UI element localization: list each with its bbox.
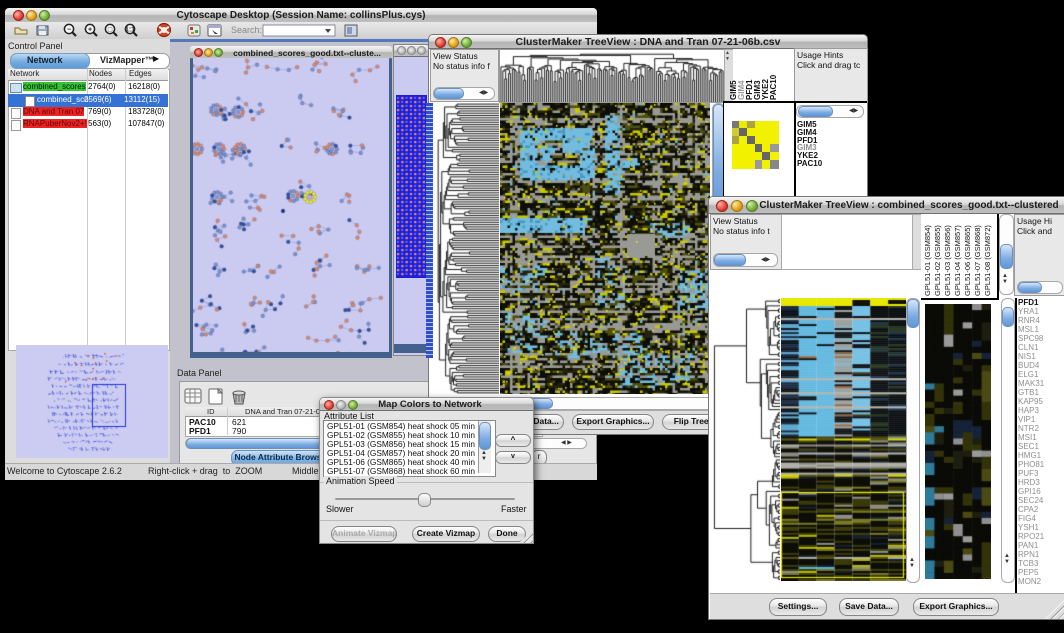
svg-text:−: − [67, 27, 71, 34]
svg-text:1:1: 1:1 [125, 27, 135, 34]
svg-text:Search:: Search: [231, 25, 262, 35]
svg-text:+: + [88, 27, 92, 34]
